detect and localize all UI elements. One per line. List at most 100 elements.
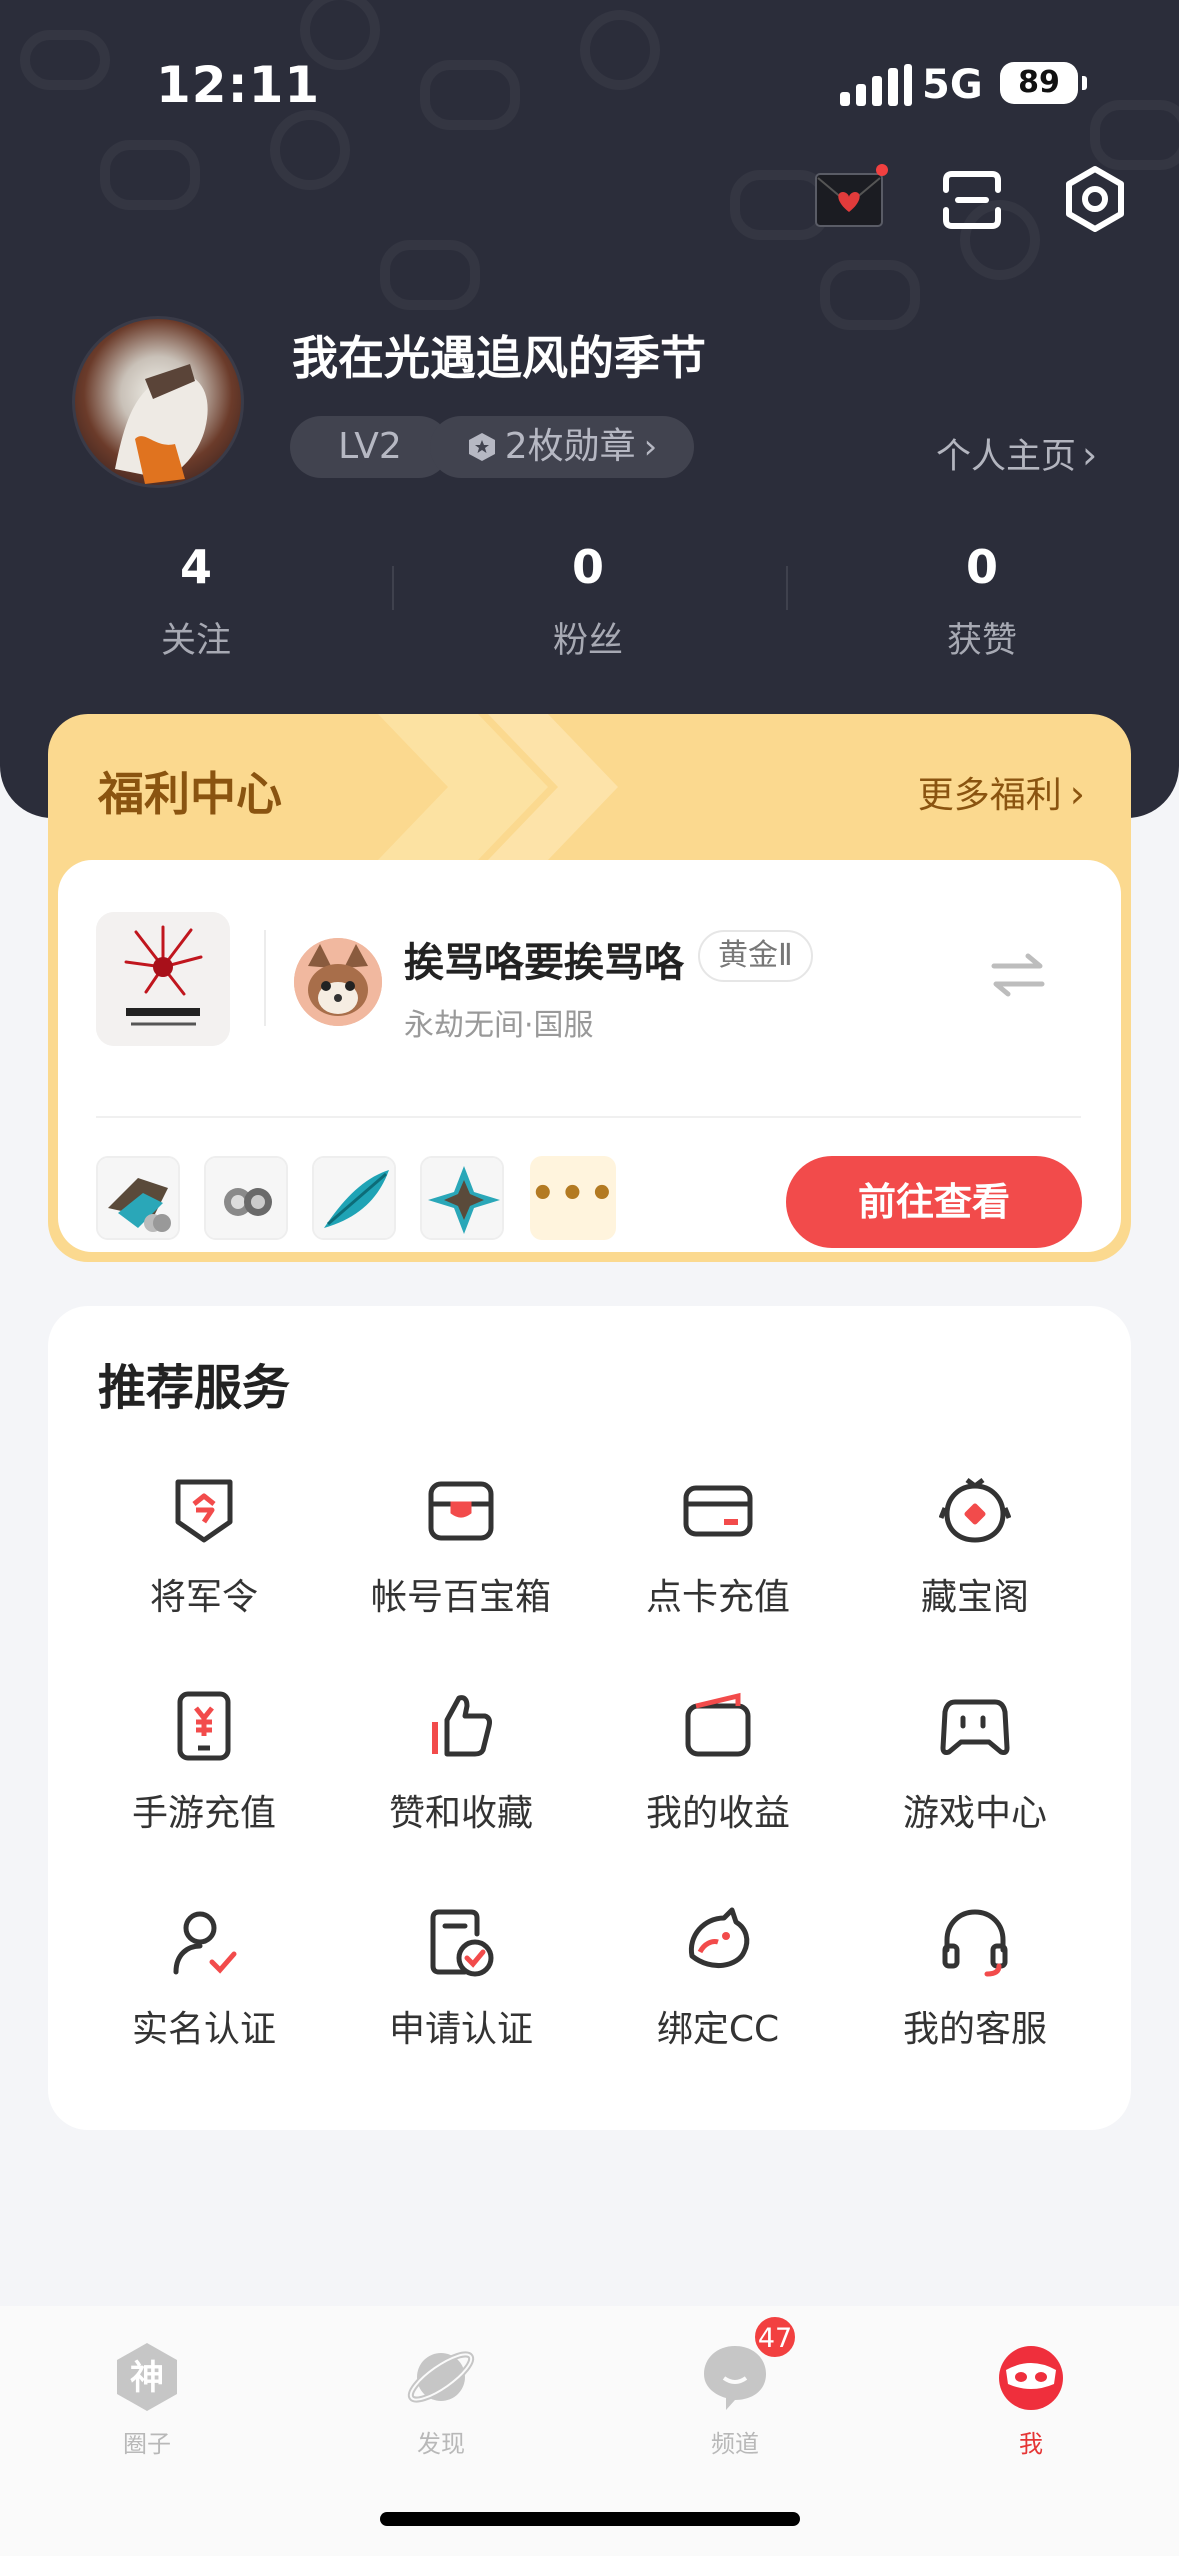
mobile-recharge-icon	[177, 1691, 231, 1761]
chevron-right-icon: ›	[643, 427, 658, 467]
service-label: 申请认证	[388, 2009, 533, 2050]
stat-label: 粉丝	[552, 621, 623, 661]
service-label: 手游充值	[131, 1793, 276, 1834]
chevron-right-icon: ›	[1069, 772, 1085, 816]
reward-item[interactable]	[312, 1156, 396, 1240]
bg-pattern	[1090, 100, 1179, 170]
profile-link[interactable]: 个人主页 ›	[936, 428, 1097, 479]
profile-link-label: 个人主页	[936, 437, 1077, 477]
headset-icon	[942, 1909, 1008, 1977]
bg-pattern	[820, 260, 920, 330]
tab-channel[interactable]: 频道	[660, 2340, 810, 2459]
more-welfare-link[interactable]: 更多福利 ›	[918, 766, 1085, 818]
service-mobile-recharge[interactable]: 手游充值	[74, 1690, 334, 1836]
tab-label: 我	[1019, 2430, 1043, 2458]
thumbs-up-icon	[432, 1695, 492, 1757]
service-real-name-verify[interactable]: 实名认证	[74, 1906, 334, 2052]
service-my-earnings[interactable]: 我的收益	[588, 1690, 848, 1836]
welfare-center: 福利中心 更多福利 › 挨骂咯要挨骂咯 黄金Ⅱ 永劫无间·国服 ••• 前往查看	[48, 714, 1131, 1262]
stat-label: 关注	[160, 621, 231, 661]
tab-label: 圈子	[123, 2430, 171, 2458]
welfare-title: 福利中心	[98, 767, 282, 821]
service-label: 绑定CC	[656, 2009, 780, 2050]
tab-me[interactable]: 我	[956, 2340, 1106, 2459]
card-divider	[96, 1116, 1081, 1118]
avatar[interactable]	[72, 316, 244, 488]
service-label: 帐号百宝箱	[370, 1577, 551, 1618]
circle-hexagon-icon: 神	[117, 2343, 177, 2411]
tab-discover[interactable]: 发现	[366, 2340, 516, 2459]
service-label: 赞和收藏	[388, 1793, 533, 1834]
treasure-box-icon	[428, 1481, 494, 1541]
medal-icon	[468, 433, 495, 461]
card-divider	[264, 930, 266, 1026]
user-verify-icon	[173, 1911, 237, 1975]
decor-chevron	[488, 714, 618, 860]
chevron-right-icon: ›	[1082, 433, 1098, 477]
home-indicator[interactable]	[380, 2512, 800, 2526]
medals-label: 2枚勋章	[504, 426, 636, 467]
service-account-treasure-box[interactable]: 帐号百宝箱	[331, 1474, 591, 1620]
service-customer-support[interactable]: 我的客服	[845, 1906, 1105, 2052]
tab-glyph: 神	[130, 2358, 164, 2398]
service-label: 藏宝阁	[920, 1577, 1029, 1618]
mail-icon[interactable]	[812, 164, 890, 230]
level-badge[interactable]: LV2	[290, 416, 450, 478]
stat-value: 4	[179, 540, 212, 594]
bind-cc-icon	[688, 1907, 750, 1969]
settings-icon[interactable]	[1060, 164, 1130, 234]
service-bind-cc[interactable]: 绑定CC	[588, 1906, 848, 2052]
stat-followers[interactable]: 0 粉丝	[488, 540, 688, 663]
signal-icon	[840, 64, 912, 106]
service-label: 实名认证	[131, 2009, 276, 2050]
service-label: 点卡充值	[645, 1577, 790, 1618]
account-name: 挨骂咯要挨骂咯	[404, 940, 684, 986]
service-label: 游戏中心	[902, 1793, 1047, 1834]
treasure-pavilion-icon	[939, 1478, 1011, 1543]
tab-circle[interactable]: 神 圈子	[72, 2340, 222, 2459]
service-label: 我的收益	[645, 1793, 790, 1834]
apply-verify-icon	[430, 1909, 494, 1977]
channel-badge: 47	[752, 2314, 798, 2360]
scan-icon[interactable]	[940, 168, 1004, 232]
service-apply-verify[interactable]: 申请认证	[331, 1906, 591, 2052]
tab-label: 发现	[417, 2430, 465, 2458]
service-likes-favorites[interactable]: 赞和收藏	[331, 1690, 591, 1836]
stat-label: 获赞	[946, 621, 1017, 661]
planet-icon	[407, 2351, 475, 2403]
username: 我在光遇追风的季节	[292, 331, 706, 385]
game-icon-naraka[interactable]	[96, 912, 230, 1046]
stat-following[interactable]: 4 关注	[96, 540, 296, 663]
reward-item[interactable]	[204, 1156, 288, 1240]
wallet-icon	[685, 1692, 751, 1757]
service-label: 将军令	[149, 1577, 258, 1618]
tab-label: 频道	[711, 2430, 759, 2458]
card-recharge-icon	[683, 1485, 753, 1537]
bg-pattern	[580, 10, 660, 90]
service-label: 我的客服	[902, 2009, 1047, 2050]
stat-value: 0	[965, 540, 998, 594]
battery-level: 89	[1018, 65, 1060, 100]
more-welfare-label: 更多福利	[917, 775, 1062, 816]
go-view-button[interactable]: 前往查看	[786, 1156, 1082, 1248]
reward-item[interactable]	[96, 1156, 180, 1240]
gamepad-icon	[940, 1699, 1010, 1755]
service-general-token[interactable]: 将军令	[74, 1474, 334, 1620]
me-mask-icon	[999, 2346, 1063, 2410]
stat-likes[interactable]: 0 获赞	[882, 540, 1082, 663]
service-treasure-pavilion[interactable]: 藏宝阁	[845, 1474, 1105, 1620]
stat-divider	[786, 566, 788, 610]
reward-item[interactable]	[420, 1156, 504, 1240]
rank-badge: 黄金Ⅱ	[698, 930, 813, 982]
account-server: 永劫无间·国服	[404, 1008, 594, 1043]
service-game-center[interactable]: 游戏中心	[845, 1690, 1105, 1836]
service-card-recharge[interactable]: 点卡充值	[588, 1474, 848, 1620]
bg-pattern	[270, 110, 350, 190]
stat-divider	[392, 566, 394, 610]
game-account-card: 挨骂咯要挨骂咯 黄金Ⅱ 永劫无间·国服 ••• 前往查看	[58, 860, 1121, 1252]
more-items-button[interactable]: •••	[530, 1156, 616, 1240]
medals-button[interactable]: 2枚勋章 ›	[430, 416, 694, 478]
account-avatar	[294, 938, 382, 1026]
switch-account-icon[interactable]	[988, 950, 1048, 1004]
services-title: 推荐服务	[98, 1360, 291, 1416]
